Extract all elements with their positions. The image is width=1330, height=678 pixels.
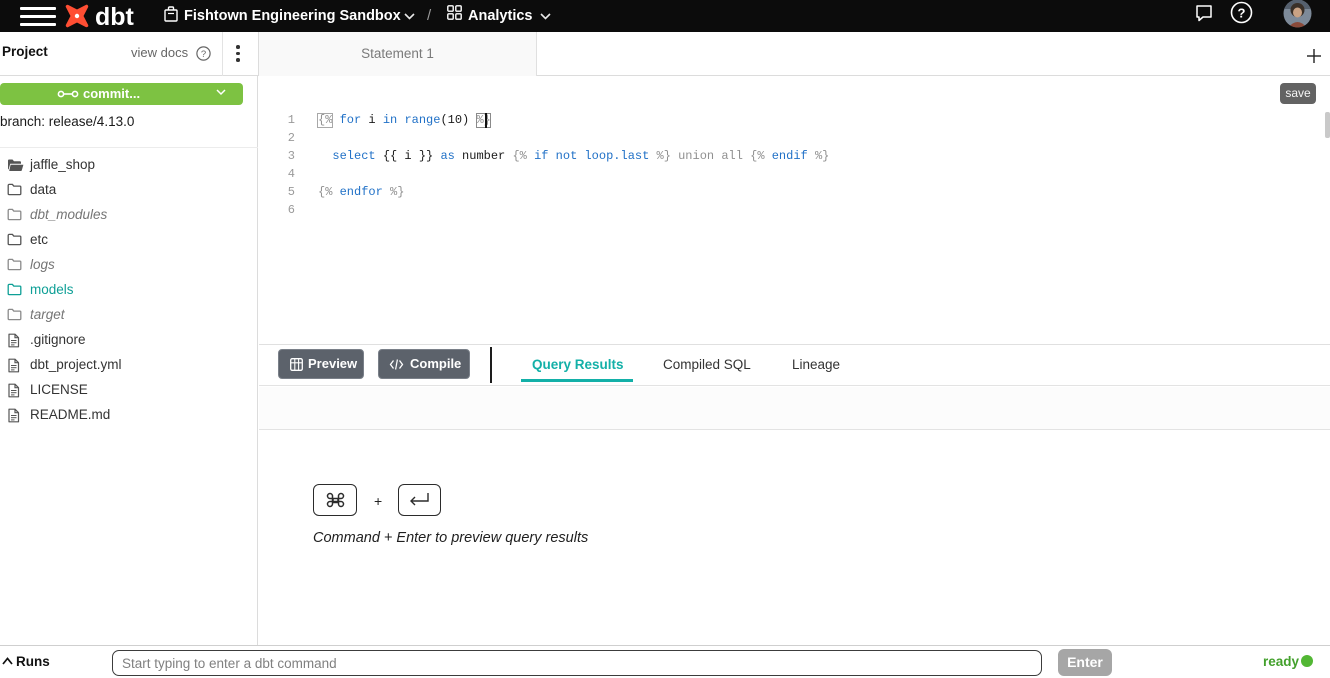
svg-text:?: ? <box>1238 5 1246 20</box>
svg-text:dbt: dbt <box>95 3 134 31</box>
svg-text:?: ? <box>201 49 206 60</box>
